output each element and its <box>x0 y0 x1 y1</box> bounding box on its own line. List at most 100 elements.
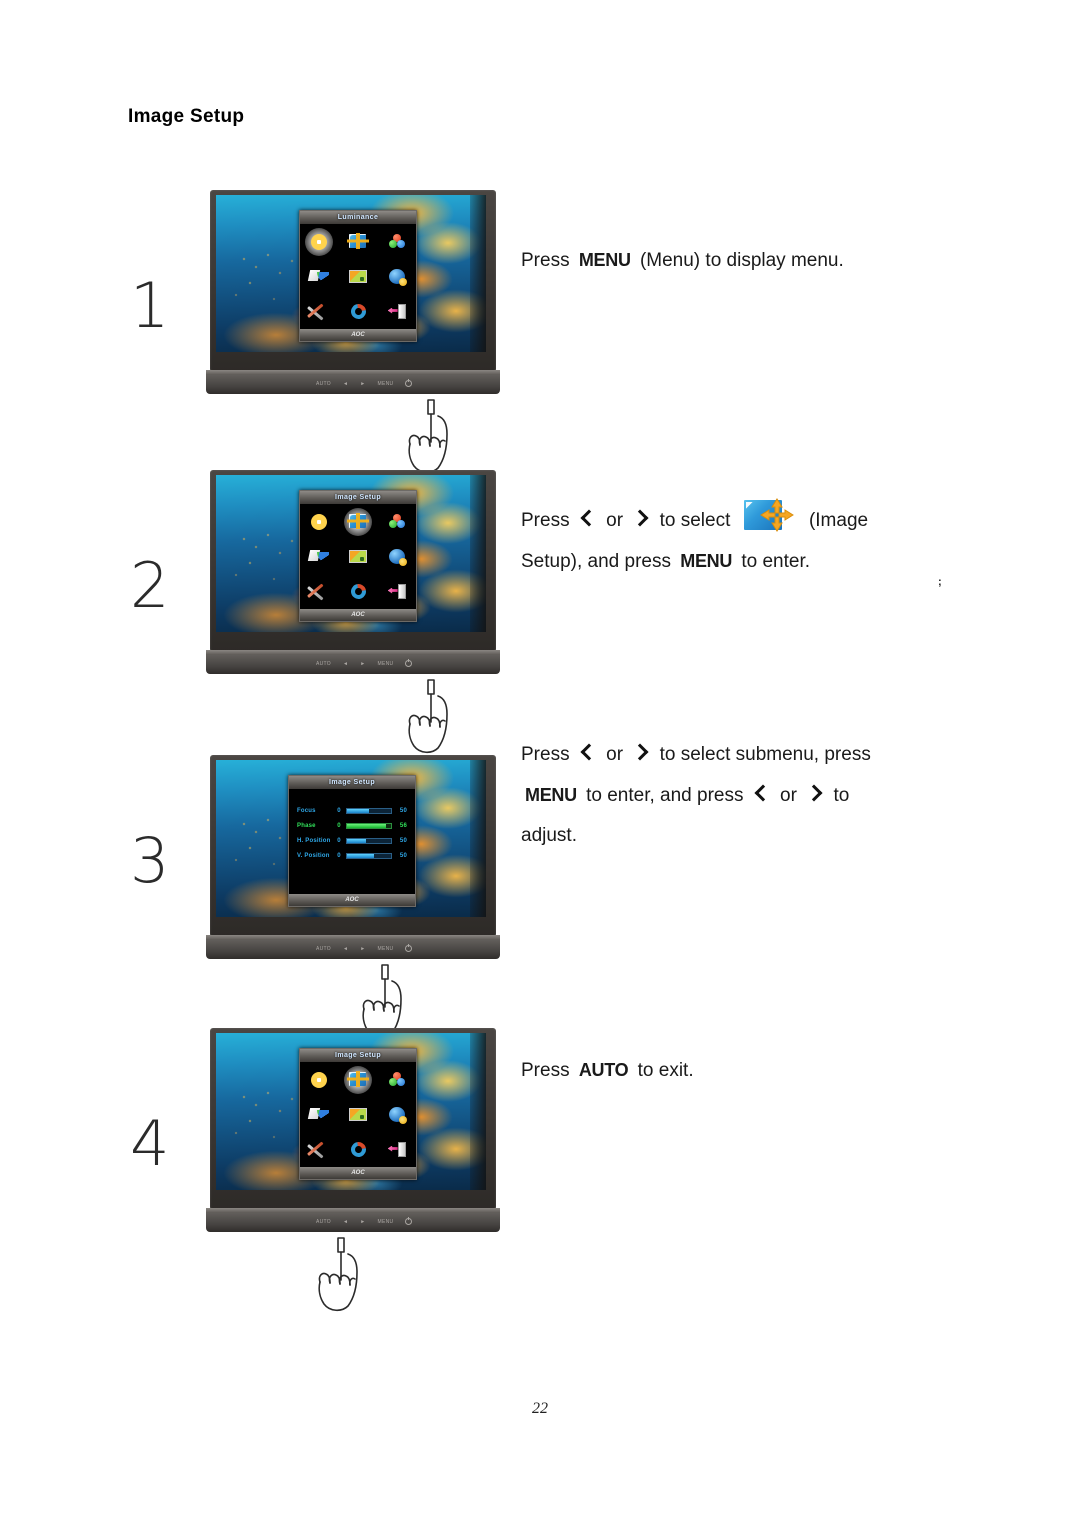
bezel-button-menu[interactable]: MENU <box>378 1219 394 1225</box>
power-icon[interactable] <box>405 379 413 387</box>
bezel-button-menu[interactable]: MENU <box>378 661 394 667</box>
osd-setup-icon <box>347 267 369 287</box>
osd-item-luminance[interactable] <box>302 226 336 258</box>
osd-item-color-setup[interactable] <box>380 506 414 538</box>
bezel-button-menu[interactable]: MENU <box>378 381 394 387</box>
osd-item-recall[interactable] <box>341 576 375 608</box>
bezel-button-strip: AUTO ◄ ► MENU <box>316 379 476 387</box>
monitor-chin: AUTO ◄ ► MENU <box>206 935 500 959</box>
luminance-icon <box>308 512 330 532</box>
submenu-value: 50 <box>399 837 407 844</box>
osd-item-image-setup[interactable] <box>341 226 375 258</box>
bezel-button-left[interactable]: ◄ <box>343 946 348 952</box>
reset-icon <box>308 1140 330 1160</box>
instr-text: to select <box>659 510 731 531</box>
osd-item-exit[interactable] <box>380 296 414 328</box>
step-number-4: 4 <box>130 1107 170 1180</box>
submenu-row-phase[interactable]: Phase 0 56 <box>297 818 407 833</box>
submenu-value: 56 <box>399 822 407 829</box>
menu-key-label: MENU <box>525 785 577 805</box>
osd-item-picture-boost[interactable] <box>302 261 336 293</box>
osd-item-recall[interactable] <box>341 1134 375 1166</box>
menu-key-label: MENU <box>680 551 733 571</box>
chevron-right-icon <box>633 509 649 529</box>
osd-item-picture-boost[interactable] <box>302 541 336 573</box>
osd-item-image-setup[interactable] <box>341 506 375 538</box>
monitor-illustration-3: Image Setup Focus 0 50 Phase 0 56 H. Pos… <box>206 755 510 1039</box>
power-icon[interactable] <box>405 1217 413 1225</box>
submenu-min: 0 <box>337 852 341 859</box>
extra-icon <box>386 547 408 567</box>
osd-item-luminance[interactable] <box>302 506 336 538</box>
submenu-min: 0 <box>337 837 341 844</box>
bezel-button-right[interactable]: ► <box>360 381 365 387</box>
bezel-button-left[interactable]: ◄ <box>343 661 348 667</box>
osd-item-picture-boost[interactable] <box>302 1099 336 1131</box>
osd-icon-grid <box>300 1062 416 1167</box>
submenu-label: Phase <box>297 822 316 829</box>
luminance-icon <box>308 1070 330 1090</box>
power-icon[interactable] <box>405 659 413 667</box>
bezel-button-left[interactable]: ◄ <box>343 1219 348 1225</box>
osd-item-reset[interactable] <box>302 576 336 608</box>
submenu-row-v-position[interactable]: V. Position 0 50 <box>297 848 407 863</box>
monitor-screen: Image Setup Focus 0 50 Phase 0 56 H. Pos… <box>216 760 486 917</box>
submenu-row-focus[interactable]: Focus 0 50 <box>297 803 407 818</box>
exit-icon <box>386 1140 408 1160</box>
auto-key-label: AUTO <box>578 1060 629 1080</box>
osd-item-extra[interactable] <box>380 541 414 573</box>
bezel-button-auto[interactable]: AUTO <box>316 381 331 387</box>
bezel-button-left[interactable]: ◄ <box>343 381 348 387</box>
submenu-slider[interactable] <box>346 822 392 829</box>
submenu-slider[interactable] <box>346 807 392 814</box>
osd-item-extra[interactable] <box>380 261 414 293</box>
osd-brand-logo: AOC <box>289 894 415 906</box>
osd-item-exit[interactable] <box>380 576 414 608</box>
image-setup-icon <box>742 498 798 538</box>
bezel-button-menu[interactable]: MENU <box>378 946 394 952</box>
osd-item-color-setup[interactable] <box>380 1064 414 1096</box>
osd-brand-logo: AOC <box>300 609 416 621</box>
submenu-slider[interactable] <box>346 837 392 844</box>
bezel-button-right[interactable]: ► <box>360 1219 365 1225</box>
osd-item-color-setup[interactable] <box>380 226 414 258</box>
osd-item-osd-setup[interactable] <box>341 1099 375 1131</box>
submenu-label: V. Position <box>297 852 330 859</box>
power-icon[interactable] <box>405 944 413 952</box>
submenu-value: 50 <box>399 852 407 859</box>
exit-icon <box>386 582 408 602</box>
bezel-button-auto[interactable]: AUTO <box>316 1219 331 1225</box>
osd-item-exit[interactable] <box>380 1134 414 1166</box>
submenu-row-h-position[interactable]: H. Position 0 50 <box>297 833 407 848</box>
osd-title: Image Setup <box>300 491 416 504</box>
image-setup-icon <box>346 232 369 252</box>
reset-icon <box>308 582 330 602</box>
page-title: Image Setup <box>128 106 245 127</box>
osd-item-osd-setup[interactable] <box>341 261 375 293</box>
screen-edge-shade <box>470 475 486 632</box>
bezel-button-auto[interactable]: AUTO <box>316 946 331 952</box>
osd-item-osd-setup[interactable] <box>341 541 375 573</box>
monitor-bezel: Image Setup AOC <box>210 470 496 652</box>
osd-item-reset[interactable] <box>302 1134 336 1166</box>
instr-text: Press <box>521 744 570 765</box>
submenu-slider[interactable] <box>346 852 392 859</box>
color-setup-icon <box>386 232 408 252</box>
osd-item-recall[interactable] <box>341 296 375 328</box>
monitor-screen: Luminance AOC <box>216 195 486 352</box>
osd-item-luminance[interactable] <box>302 1064 336 1096</box>
bezel-button-right[interactable]: ► <box>360 946 365 952</box>
submenu-label: H. Position <box>297 837 331 844</box>
stray-artifact: ; <box>938 576 942 588</box>
instr-text: or <box>606 510 624 531</box>
instr-text: (Menu) to display menu. <box>639 250 844 271</box>
osd-item-image-setup[interactable] <box>341 1064 375 1096</box>
bezel-button-right[interactable]: ► <box>360 661 365 667</box>
osd-item-extra[interactable] <box>380 1099 414 1131</box>
bezel-button-auto[interactable]: AUTO <box>316 661 331 667</box>
osd-item-reset[interactable] <box>302 296 336 328</box>
image-setup-icon <box>346 512 369 532</box>
monitor-bezel: Luminance AOC <box>210 190 496 372</box>
instr-text: to enter. <box>741 551 811 572</box>
monitor-bezel: Image Setup Focus 0 50 Phase 0 56 H. Pos… <box>210 755 496 937</box>
